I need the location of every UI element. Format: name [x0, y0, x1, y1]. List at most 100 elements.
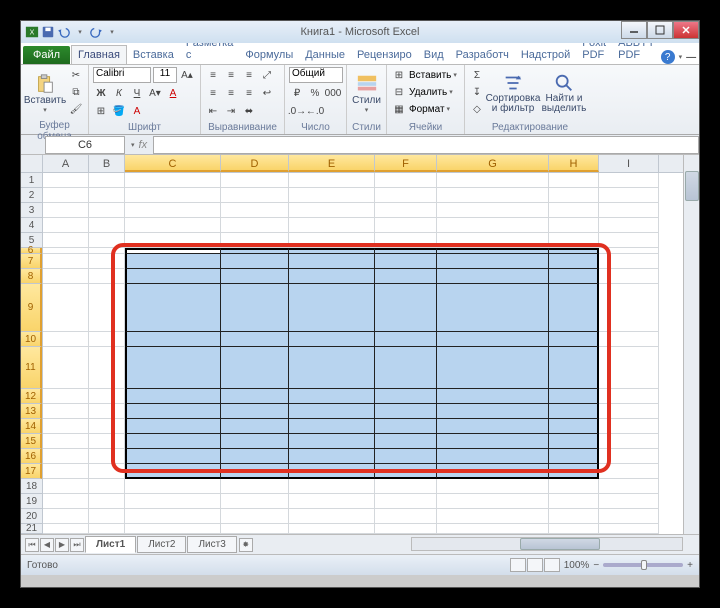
cell[interactable]: [437, 509, 549, 524]
tab-nav-last-icon[interactable]: ⏭: [70, 538, 84, 552]
cell[interactable]: [89, 188, 125, 203]
underline-icon[interactable]: Ч: [129, 85, 145, 101]
cell[interactable]: [43, 233, 89, 248]
cell[interactable]: [289, 218, 375, 233]
cell[interactable]: [125, 524, 221, 534]
cell[interactable]: [89, 173, 125, 188]
cell[interactable]: [89, 389, 125, 404]
cell[interactable]: [599, 284, 659, 332]
row-header-12[interactable]: 12: [21, 389, 42, 404]
cell[interactable]: [549, 218, 599, 233]
cut-icon[interactable]: ✂: [68, 67, 84, 83]
styles-button[interactable]: Стили▾: [351, 67, 382, 119]
cell[interactable]: [125, 464, 221, 479]
font-color-icon[interactable]: A: [165, 85, 181, 101]
ribbon-tab-1[interactable]: Вставка: [127, 46, 180, 64]
cell[interactable]: [599, 479, 659, 494]
cell[interactable]: [289, 509, 375, 524]
number-format-combo[interactable]: Общий: [289, 67, 343, 83]
cell[interactable]: [221, 524, 289, 534]
cell[interactable]: [89, 347, 125, 389]
cell[interactable]: [375, 449, 437, 464]
row-header-13[interactable]: 13: [21, 404, 42, 419]
cell[interactable]: [437, 218, 549, 233]
col-header-A[interactable]: A: [43, 155, 89, 172]
cell[interactable]: [375, 524, 437, 534]
cell[interactable]: [89, 494, 125, 509]
workbook-min-icon[interactable]: —: [686, 52, 696, 63]
cell[interactable]: [89, 233, 125, 248]
cell[interactable]: [549, 188, 599, 203]
cell[interactable]: [125, 203, 221, 218]
cell[interactable]: [289, 233, 375, 248]
cell[interactable]: [549, 464, 599, 479]
cell[interactable]: [437, 233, 549, 248]
undo-dropdown-icon[interactable]: ▾: [73, 25, 87, 39]
cell[interactable]: [549, 284, 599, 332]
indent-inc-icon[interactable]: ⇥: [223, 103, 239, 119]
row-header-2[interactable]: 2: [21, 188, 42, 203]
cell[interactable]: [43, 509, 89, 524]
ribbon-tab-5[interactable]: Рецензиро: [351, 46, 418, 64]
format-painter-icon[interactable]: 🖌: [68, 101, 84, 117]
italic-icon[interactable]: К: [111, 85, 127, 101]
cell[interactable]: [375, 509, 437, 524]
cell[interactable]: [599, 464, 659, 479]
align-left-icon[interactable]: ≡: [205, 85, 221, 101]
cell[interactable]: [221, 347, 289, 389]
cell[interactable]: [43, 173, 89, 188]
cell[interactable]: [599, 254, 659, 269]
cell[interactable]: [43, 494, 89, 509]
save-icon[interactable]: [41, 25, 55, 39]
qat-customize-icon[interactable]: ▾: [105, 25, 119, 39]
cell[interactable]: [599, 233, 659, 248]
cell[interactable]: [549, 389, 599, 404]
bold-icon[interactable]: Ж: [93, 85, 109, 101]
cell[interactable]: [437, 524, 549, 534]
cell[interactable]: [289, 254, 375, 269]
cell[interactable]: [437, 188, 549, 203]
cell[interactable]: [43, 269, 89, 284]
cell[interactable]: [43, 284, 89, 332]
cell[interactable]: [437, 173, 549, 188]
row-header-8[interactable]: 8: [21, 269, 42, 284]
orientation-icon[interactable]: ⤢: [259, 67, 275, 83]
cell[interactable]: [375, 233, 437, 248]
cell[interactable]: [549, 524, 599, 534]
sort-filter-button[interactable]: Сортировка и фильтр: [488, 67, 538, 119]
maximize-button[interactable]: [647, 21, 673, 39]
view-pagebreak-icon[interactable]: [544, 558, 560, 572]
cell[interactable]: [43, 332, 89, 347]
fx-icon[interactable]: fx: [139, 139, 148, 151]
col-header-E[interactable]: E: [289, 155, 375, 172]
col-header-I[interactable]: I: [599, 155, 659, 172]
cell[interactable]: [375, 188, 437, 203]
cell[interactable]: [599, 434, 659, 449]
cell[interactable]: [89, 464, 125, 479]
cell[interactable]: [289, 173, 375, 188]
cell[interactable]: [221, 404, 289, 419]
close-button[interactable]: [673, 21, 699, 39]
cell[interactable]: [125, 218, 221, 233]
cell[interactable]: [599, 173, 659, 188]
cell[interactable]: [221, 332, 289, 347]
cell[interactable]: [549, 203, 599, 218]
insert-cells-button[interactable]: ⊞Вставить▾: [391, 67, 457, 83]
cell[interactable]: [549, 347, 599, 389]
cell[interactable]: [43, 203, 89, 218]
cell[interactable]: [289, 332, 375, 347]
workbook-restore-icon[interactable]: ❐: [700, 52, 708, 63]
autosum-icon[interactable]: Σ: [469, 67, 485, 83]
row-header-15[interactable]: 15: [21, 434, 42, 449]
cell[interactable]: [549, 269, 599, 284]
zoom-slider-knob[interactable]: [641, 560, 647, 570]
row-header-19[interactable]: 19: [21, 494, 42, 509]
sheet-tab-0[interactable]: Лист1: [85, 536, 136, 553]
font-name-combo[interactable]: Calibri: [93, 67, 151, 83]
cell[interactable]: [289, 203, 375, 218]
align-center-icon[interactable]: ≡: [223, 85, 239, 101]
cell[interactable]: [89, 269, 125, 284]
cell[interactable]: [89, 509, 125, 524]
zoom-out-icon[interactable]: −: [593, 560, 599, 571]
minimize-ribbon-icon[interactable]: ▾: [679, 53, 683, 61]
